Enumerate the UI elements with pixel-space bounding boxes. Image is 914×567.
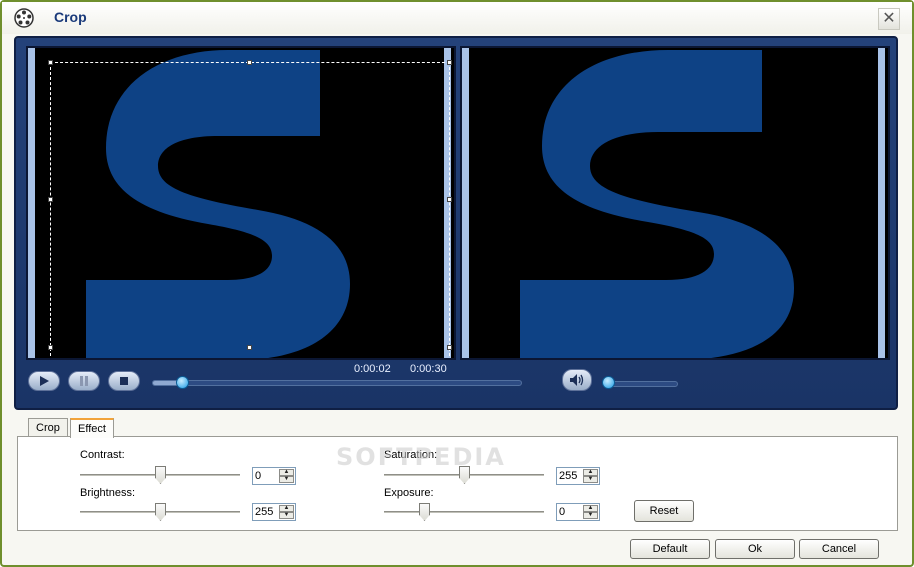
watermark: SOFTPEDIA <box>336 443 506 471</box>
brightness-slider-thumb[interactable] <box>155 503 166 521</box>
tab-effect[interactable]: Effect <box>70 418 114 438</box>
cancel-button[interactable]: Cancel <box>799 539 879 559</box>
contrast-slider-thumb[interactable] <box>155 466 166 484</box>
exposure-slider[interactable] <box>384 511 544 513</box>
brightness-spinner[interactable]: ▲▼ <box>252 503 296 521</box>
volume-slider[interactable] <box>608 381 678 387</box>
seek-bar[interactable] <box>152 380 522 386</box>
frame-edge-left <box>462 48 469 358</box>
reset-button[interactable]: Reset <box>634 500 694 522</box>
exposure-input[interactable] <box>559 505 583 519</box>
tab-crop[interactable]: Crop <box>28 418 68 437</box>
spin-down-icon[interactable]: ▼ <box>279 476 294 483</box>
contrast-spinner[interactable]: ▲▼ <box>252 467 296 485</box>
brightness-input[interactable] <box>255 505 279 519</box>
play-icon <box>40 376 49 386</box>
default-button[interactable]: Default <box>630 539 710 559</box>
contrast-input[interactable] <box>255 469 279 483</box>
volume-thumb[interactable] <box>602 376 615 389</box>
stop-button[interactable] <box>108 371 140 391</box>
output-video <box>460 46 890 360</box>
spin-down-icon[interactable]: ▼ <box>583 512 598 519</box>
crop-handle-left[interactable] <box>48 197 53 202</box>
seek-thumb[interactable] <box>175 376 189 389</box>
video-frame-logo <box>520 50 794 358</box>
crop-dialog: Crop ✕ 0:00:02 0:00:30 Crop Effect Contr… <box>0 0 914 567</box>
close-button[interactable]: ✕ <box>878 8 900 30</box>
stop-icon <box>120 377 128 385</box>
saturation-spinner[interactable]: ▲▼ <box>556 467 600 485</box>
crop-handle-bottom[interactable] <box>247 345 252 350</box>
frame-edge-left <box>28 48 35 358</box>
speaker-icon <box>570 374 584 386</box>
window-title: Crop <box>54 9 87 25</box>
total-time: 0:00:30 <box>410 363 447 375</box>
spin-up-icon[interactable]: ▲ <box>279 505 294 512</box>
crop-handle-top-left[interactable] <box>48 60 53 65</box>
spin-up-icon[interactable]: ▲ <box>583 469 598 476</box>
exposure-label: Exposure: <box>384 487 434 499</box>
frame-edge-right <box>878 48 885 358</box>
play-button[interactable] <box>28 371 60 391</box>
crop-handle-right[interactable] <box>447 197 452 202</box>
contrast-label: Contrast: <box>80 449 125 461</box>
pause-button[interactable] <box>68 371 100 391</box>
close-icon: ✕ <box>882 10 896 27</box>
ok-button[interactable]: Ok <box>715 539 795 559</box>
title-bar: Crop ✕ <box>2 2 912 34</box>
exposure-slider-thumb[interactable] <box>419 503 430 521</box>
current-time: 0:00:02 <box>354 363 391 375</box>
source-video <box>26 46 456 360</box>
crop-handle-bottom-right[interactable] <box>447 345 452 350</box>
saturation-input[interactable] <box>559 469 583 483</box>
crop-handle-bottom-left[interactable] <box>48 345 53 350</box>
film-reel-icon <box>14 8 34 28</box>
spin-up-icon[interactable]: ▲ <box>583 505 598 512</box>
spin-up-icon[interactable]: ▲ <box>279 469 294 476</box>
exposure-spinner[interactable]: ▲▼ <box>556 503 600 521</box>
mute-button[interactable] <box>562 369 592 391</box>
crop-rectangle[interactable] <box>50 62 450 358</box>
spin-down-icon[interactable]: ▼ <box>583 476 598 483</box>
pause-icon <box>80 376 88 386</box>
brightness-label: Brightness: <box>80 487 136 499</box>
preview-panel: 0:00:02 0:00:30 <box>14 36 898 410</box>
spin-down-icon[interactable]: ▼ <box>279 512 294 519</box>
playback-controls: 0:00:02 0:00:30 <box>16 363 896 408</box>
crop-handle-top[interactable] <box>247 60 252 65</box>
crop-handle-top-right[interactable] <box>447 60 452 65</box>
